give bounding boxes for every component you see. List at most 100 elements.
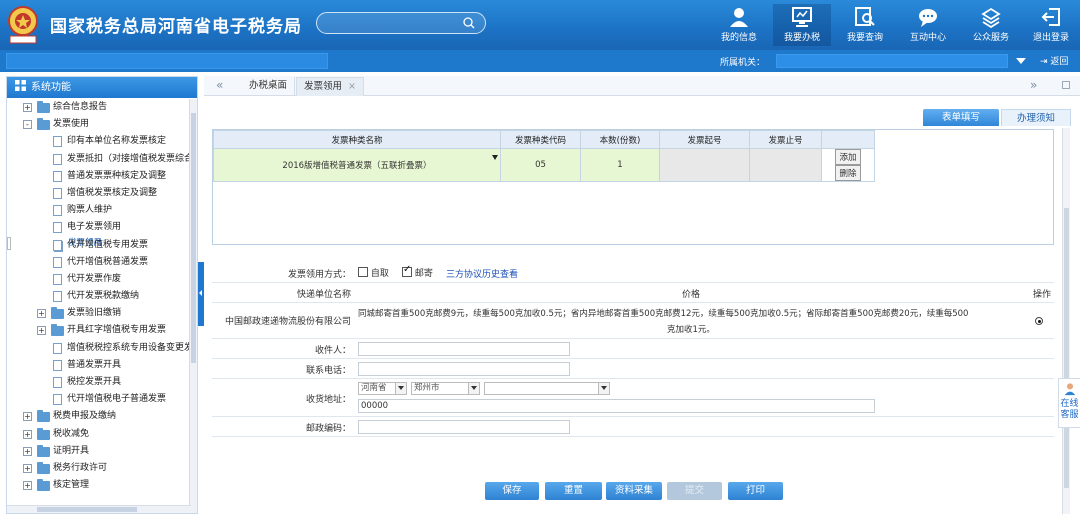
expand-icon[interactable]: + <box>37 326 46 336</box>
expand-icon[interactable]: + <box>23 429 32 439</box>
reset-button[interactable]: 重置 <box>545 482 602 500</box>
folder-icon <box>37 427 50 440</box>
courier-radio[interactable] <box>1035 317 1043 325</box>
sidebar-item[interactable]: + 证明开具 <box>7 443 191 460</box>
search-icon[interactable] <box>463 17 475 29</box>
operation-header: 操作 <box>1033 290 1052 300</box>
chevron-down-icon[interactable] <box>598 383 609 394</box>
sidebar-item[interactable]: 代开增值税电子普通发票 <box>7 391 191 408</box>
recipient-input[interactable] <box>358 342 570 356</box>
tab-menu-icon[interactable] <box>1062 81 1070 89</box>
pickup-checkbox[interactable] <box>358 267 368 277</box>
invoice-type-select[interactable]: 2016版增值税普通发票（五联折叠票） <box>213 148 501 182</box>
document-icon <box>53 394 62 406</box>
submit-button[interactable]: 提交 <box>667 482 722 500</box>
document-icon <box>53 291 62 303</box>
sidebar-item[interactable]: - 发票使用 <box>7 116 191 133</box>
sidebar-item[interactable]: 普通发票票种核定及调整 <box>7 168 191 185</box>
sidebar-item[interactable]: + 发票验旧缴销 <box>7 305 191 322</box>
sidebar-item-label: 代开增值税专用发票 <box>67 239 149 250</box>
nav-public-service[interactable]: 公众服务 <box>962 4 1020 46</box>
phone-input[interactable] <box>358 362 570 376</box>
nav-my-info[interactable]: 我的信息 <box>710 4 768 46</box>
print-button[interactable]: 打印 <box>728 482 783 500</box>
address-detail-input[interactable]: 00000 <box>358 399 875 413</box>
nav-interaction[interactable]: 互动中心 <box>899 4 957 46</box>
sidebar-scrollbar[interactable] <box>189 99 197 513</box>
document-icon <box>53 359 62 371</box>
nav-tax-handling[interactable]: 我要办税 <box>773 4 831 46</box>
expand-icon[interactable]: + <box>23 103 32 112</box>
expand-icon[interactable]: + <box>23 463 32 473</box>
sidebar-item[interactable]: 购票人维护 <box>7 202 191 219</box>
expand-icon[interactable]: + <box>23 446 32 456</box>
nav-logout[interactable]: 退出登录 <box>1022 4 1080 46</box>
chevron-down-icon[interactable] <box>468 383 479 394</box>
sidebar-item-label: 代开发票作废 <box>67 273 122 284</box>
city-select[interactable]: 郑州市 <box>411 382 480 395</box>
back-button[interactable]: ⇥ 返回 <box>1040 54 1068 67</box>
save-button[interactable]: 保存 <box>485 482 539 500</box>
collect-data-button[interactable]: 资料采集 <box>606 482 662 500</box>
agreement-history-link[interactable]: 三方协议历史查看 <box>446 267 518 280</box>
sidebar-item[interactable]: 代开增值税专用发票 <box>7 237 191 254</box>
chevron-down-icon[interactable] <box>492 155 498 160</box>
sidebar-item[interactable]: 印有本单位名称发票核定 <box>7 133 191 150</box>
sidebar-item[interactable]: 代开增值税普通发票 <box>7 254 191 271</box>
chevron-down-icon[interactable] <box>395 383 406 394</box>
sidebar-item-label: 发票抵扣（对接增值税发票综合 <box>67 153 194 164</box>
scroll-thumb[interactable] <box>1064 208 1069 488</box>
delete-row-button[interactable]: 删除 <box>835 165 861 181</box>
sidebar-item[interactable]: 增值税税控系统专用设备变更发 <box>7 340 193 357</box>
tab-scroll-left-icon[interactable]: « <box>216 78 223 92</box>
sidebar-item[interactable]: 普通发票开具 <box>7 357 191 374</box>
sidebar-item[interactable]: + 核定管理 <box>7 477 191 494</box>
expand-icon[interactable]: + <box>37 309 46 319</box>
tab-form-fill[interactable]: 表单填写 <box>923 109 999 126</box>
add-row-button[interactable]: 添加 <box>835 149 861 165</box>
sidebar-item[interactable]: + 税收减免 <box>7 426 191 443</box>
pickup-option[interactable]: 自取 <box>358 266 389 279</box>
tab-tax-desktop[interactable]: 办税桌面 <box>242 77 296 96</box>
nav-query[interactable]: 我要查询 <box>836 4 894 46</box>
online-service-widget[interactable]: 在线 客服 <box>1058 378 1080 428</box>
mail-option[interactable]: 邮寄 <box>402 264 433 279</box>
invoice-count-input[interactable]: 1 <box>580 148 660 182</box>
sidebar-item[interactable]: 代开发票作废 <box>7 271 191 288</box>
sidebar-item[interactable]: 增值税发票核定及调整 <box>7 185 191 202</box>
sidebar-item-label: 证明开具 <box>53 445 90 456</box>
sidebar-item[interactable]: + 开具红字增值税专用发票 <box>7 322 191 339</box>
org-select[interactable] <box>776 54 1008 68</box>
sidebar-item-label: 印有本单位名称发票核定 <box>67 136 167 147</box>
column-header: 本数(份数) <box>580 130 660 149</box>
address-label: 收货地址： <box>305 395 351 405</box>
postcode-input[interactable] <box>358 420 570 434</box>
sidebar-item[interactable]: + 综合信息报告 <box>7 99 191 116</box>
tab-instructions[interactable]: 办理须知 <box>1001 109 1071 126</box>
chevron-down-icon[interactable] <box>1016 58 1026 64</box>
sidebar-item[interactable]: 税控发票开具 <box>7 374 191 391</box>
collapse-icon[interactable]: - <box>23 120 32 130</box>
sidebar-item[interactable]: + 税务行政许可 <box>7 460 191 477</box>
close-icon[interactable]: × <box>348 81 356 92</box>
scroll-thumb[interactable] <box>37 507 137 512</box>
tab-invoice-receive[interactable]: 发票领用 × <box>296 77 364 96</box>
expand-icon[interactable]: + <box>23 412 32 422</box>
content-scrollbar[interactable] <box>1062 128 1070 514</box>
postcode-label: 邮政编码： <box>305 424 351 434</box>
district-select[interactable] <box>484 382 610 395</box>
mail-checkbox[interactable] <box>402 264 412 277</box>
province-select[interactable]: 河南省 <box>358 382 407 395</box>
function-tree: + 综合信息报告 - 发票使用印有本单位名称发票核定发票抵扣（对接增值税发票综合普通发… <box>7 99 194 494</box>
sidebar-item[interactable]: 发票抵扣（对接增值税发票综合 <box>7 151 194 168</box>
price-header: 价格 <box>682 290 701 300</box>
search-input[interactable] <box>316 12 486 34</box>
expand-icon[interactable]: + <box>23 481 32 491</box>
tab-scroll-right-icon[interactable]: » <box>1030 78 1037 92</box>
sidebar-horizontal-scrollbar[interactable] <box>7 505 191 513</box>
sidebar-item[interactable]: 电子发票领用 <box>7 219 191 236</box>
sidebar-item[interactable]: 代开发票税款缴纳 <box>7 288 191 305</box>
sidebar-item[interactable]: + 税费申报及缴纳 <box>7 408 191 425</box>
scroll-thumb[interactable] <box>191 113 196 363</box>
document-icon <box>53 153 62 165</box>
